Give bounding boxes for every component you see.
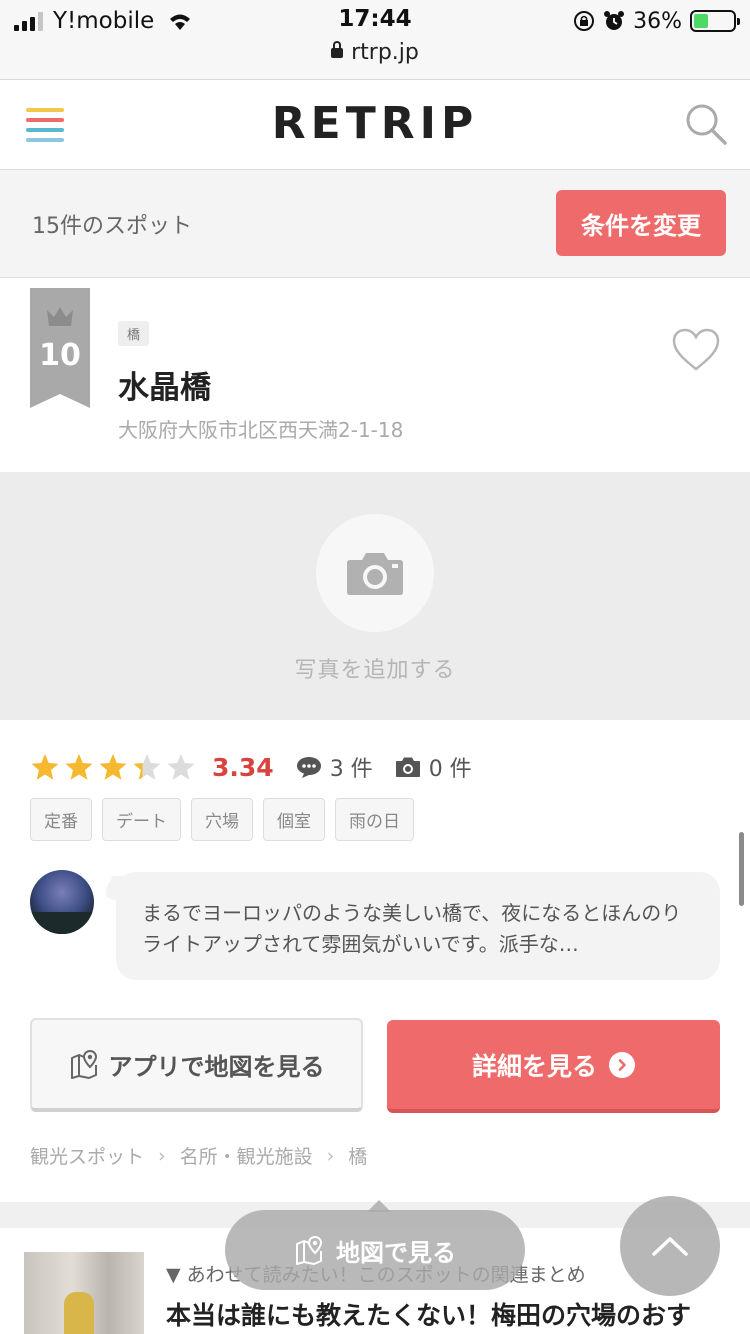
breadcrumb-item[interactable]: 橋 [348, 1142, 367, 1169]
rank-number: 10 [39, 338, 81, 373]
review-count-label: 3 件 [329, 757, 373, 782]
url-bar[interactable]: rtrp.jp [0, 40, 750, 65]
related-thumbnail [24, 1252, 144, 1334]
change-conditions-button[interactable]: 条件を変更 [556, 190, 726, 256]
crown-ribbon-icon: 10 [30, 288, 90, 408]
map-pin-icon [296, 1235, 323, 1265]
spot-name[interactable]: 水晶橋 [118, 362, 211, 407]
rating-row: 3.34 3 件 0 件 [30, 748, 472, 786]
filter-bar: 15件のスポット 条件を変更 [0, 170, 750, 278]
orientation-lock-icon [574, 11, 595, 31]
star-full-icon [65, 753, 93, 780]
review-bubble[interactable]: まるでヨーロッパのような美しい橋で、夜になるとほんのりライトアップされて雰囲気が… [116, 872, 720, 980]
chevron-right-circle-icon [609, 1051, 635, 1078]
view-details-button[interactable]: 詳細を見る [387, 1020, 720, 1113]
search-icon[interactable] [684, 102, 728, 146]
open-map-label: アプリで地図を見る [108, 1052, 325, 1081]
chevron-right-icon: › [326, 1144, 335, 1167]
star-rating [30, 752, 196, 782]
tag-item[interactable]: 個室 [263, 798, 325, 841]
rank-ribbon: 10 [30, 288, 90, 408]
view-details-label: 詳細を見る [471, 1051, 597, 1081]
category-badge: 橋 [118, 321, 150, 346]
spot-card: 10 橋 水晶橋 大阪府大阪市北区西天満2-1-18 写真を追加する 3.34 … [0, 288, 750, 1202]
battery-percent: 36% [633, 8, 682, 34]
star-partial-icon [133, 753, 161, 780]
spot-count: 15件のスポット [32, 214, 192, 239]
tag-item[interactable]: 雨の日 [335, 798, 414, 841]
map-pin-icon [70, 1049, 97, 1079]
review-count[interactable]: 3 件 [296, 751, 373, 783]
camera-icon [347, 553, 403, 595]
spot-address: 大阪府大阪市北区西天満2-1-18 [118, 418, 404, 442]
status-right: 36% [573, 6, 740, 36]
photo-count[interactable]: 0 件 [395, 751, 472, 783]
add-photo-area[interactable]: 写真を追加する [0, 472, 750, 720]
alarm-icon [604, 11, 625, 30]
camera-button[interactable] [316, 514, 434, 632]
breadcrumb-item[interactable]: 観光スポット [30, 1142, 144, 1169]
tag-list: 定番 デート 穴場 個室 雨の日 [30, 798, 414, 841]
tag-item[interactable]: 穴場 [191, 798, 253, 841]
open-map-in-app-button[interactable]: アプリで地図を見る [30, 1018, 363, 1112]
comment-icon [296, 757, 321, 778]
star-full-icon [31, 753, 59, 780]
tag-item[interactable]: 定番 [30, 798, 92, 841]
status-bar: Y!mobile 17:44 36% rtrp.jp [0, 0, 750, 80]
scrollbar[interactable] [739, 832, 744, 906]
star-empty-icon [167, 753, 195, 780]
chevron-right-icon: › [158, 1144, 166, 1167]
breadcrumb: 観光スポット › 名所・観光施設 › 橋 [30, 1142, 367, 1169]
battery-icon [690, 10, 740, 32]
scroll-to-top-button[interactable] [620, 1196, 720, 1296]
url-text: rtrp.jp [351, 40, 419, 65]
rating-score: 3.34 [212, 752, 274, 782]
add-photo-label: 写真を追加する [294, 658, 456, 683]
reviewer-avatar[interactable] [30, 870, 94, 934]
lock-icon [331, 41, 344, 58]
camera-small-icon [395, 757, 420, 777]
chevron-up-icon [652, 1237, 688, 1256]
view-map-floating-button[interactable]: 地図で見る [225, 1200, 525, 1290]
related-title[interactable]: 本当は誰にも教えたくない！梅田の穴場のおす [166, 1296, 691, 1332]
favorite-heart-icon[interactable] [672, 328, 720, 372]
view-map-label: 地図で見る [336, 1238, 456, 1267]
photo-count-label: 0 件 [428, 757, 472, 782]
site-header: RETRIP [0, 80, 750, 170]
star-full-icon [99, 753, 127, 780]
tag-item[interactable]: デート [102, 798, 181, 841]
site-logo[interactable]: RETRIP [0, 98, 750, 149]
breadcrumb-item[interactable]: 名所・観光施設 [180, 1142, 313, 1169]
